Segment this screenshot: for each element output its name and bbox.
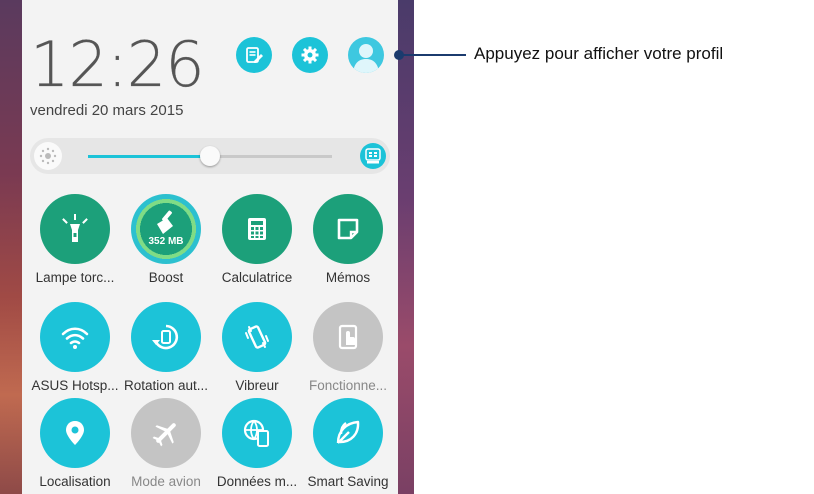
quick-setting-toggle[interactable] xyxy=(131,302,201,372)
wallpaper-left xyxy=(0,0,22,494)
auto-rotate-icon xyxy=(150,321,182,353)
calculator-icon xyxy=(243,215,271,243)
quick-setting-toggle[interactable] xyxy=(222,194,292,264)
boost-memory-value: 352 MB xyxy=(148,236,184,247)
flashlight-icon xyxy=(58,212,92,246)
quick-setting-tile[interactable]: Calculatrice xyxy=(212,194,302,290)
quick-setting-label: Smart Saving xyxy=(307,474,389,489)
quick-setting-toggle[interactable] xyxy=(222,302,292,372)
quick-setting-label: Fonctionne... xyxy=(308,378,388,393)
quick-setting-label: Rotation aut... xyxy=(123,378,209,393)
quick-setting-label: Mode avion xyxy=(131,474,201,489)
brightness-control xyxy=(30,138,390,174)
quick-setting-label: Données m... xyxy=(216,474,298,489)
quick-setting-label: Lampe torc... xyxy=(35,270,115,285)
airplane-icon xyxy=(150,417,182,449)
boost-broom-icon xyxy=(151,208,181,238)
quick-setting-toggle[interactable] xyxy=(40,194,110,264)
edit-quick-settings-button[interactable] xyxy=(236,37,272,73)
quick-setting-toggle[interactable] xyxy=(222,398,292,468)
quick-setting-tile[interactable]: 352 MB Boost xyxy=(121,194,211,290)
quick-setting-tile[interactable]: Vibreur xyxy=(212,302,302,398)
brightness-slider-fill xyxy=(88,155,210,158)
brightness-slider-thumb[interactable] xyxy=(200,146,220,166)
quick-setting-label: Mémos xyxy=(325,270,371,285)
wifi-icon xyxy=(59,321,91,353)
auto-brightness-icon xyxy=(365,148,381,164)
quick-setting-toggle[interactable] xyxy=(131,398,201,468)
wallpaper-right xyxy=(398,0,414,494)
quick-setting-label: Calculatrice xyxy=(221,270,293,285)
settings-button[interactable] xyxy=(292,37,328,73)
quick-setting-toggle[interactable] xyxy=(313,398,383,468)
quick-setting-toggle[interactable] xyxy=(40,398,110,468)
quick-setting-label: Boost xyxy=(148,270,184,285)
quick-setting-tile[interactable]: Smart Saving xyxy=(303,398,393,494)
profile-button[interactable] xyxy=(348,37,384,73)
quick-setting-tile[interactable]: Données m... xyxy=(212,398,302,494)
mobile-data-icon xyxy=(241,417,273,449)
quick-setting-toggle[interactable] xyxy=(313,302,383,372)
leaf-icon xyxy=(332,417,364,449)
memo-icon xyxy=(334,215,362,243)
quick-setting-label: ASUS Hotsp... xyxy=(31,378,119,393)
location-icon xyxy=(60,418,90,448)
quick-setting-tile[interactable]: Rotation aut... xyxy=(121,302,211,398)
quick-setting-tile[interactable]: Lampe torc... xyxy=(30,194,120,290)
date-label: vendredi 20 mars 2015 xyxy=(30,102,184,119)
quick-setting-tile[interactable]: ASUS Hotsp... xyxy=(30,302,120,398)
auto-brightness-button[interactable] xyxy=(360,143,386,169)
gear-icon xyxy=(301,46,319,64)
quick-setting-toggle[interactable] xyxy=(313,194,383,264)
quick-settings-panel: 12:26 vendredi 20 mars 2015 Lampe torc..… xyxy=(22,0,398,494)
touch-gesture-icon xyxy=(332,321,364,353)
quick-setting-tile[interactable]: Fonctionne... xyxy=(303,302,393,398)
clock: 12:26 xyxy=(30,28,205,101)
quick-setting-toggle[interactable] xyxy=(40,302,110,372)
callout-leader-line xyxy=(400,54,466,56)
quick-setting-toggle[interactable]: 352 MB xyxy=(131,194,201,264)
edit-list-icon xyxy=(246,47,263,63)
quick-setting-tile[interactable]: Mode avion xyxy=(121,398,211,494)
quick-setting-tile[interactable]: Mémos xyxy=(303,194,393,290)
callout-label: Appuyez pour afficher votre profil xyxy=(474,44,724,63)
vibrate-icon xyxy=(241,321,273,353)
quick-setting-tile[interactable]: Localisation xyxy=(30,398,120,494)
user-avatar-icon xyxy=(353,44,379,73)
brightness-icon xyxy=(34,142,62,170)
quick-setting-label: Vibreur xyxy=(235,378,279,393)
quick-setting-label: Localisation xyxy=(39,474,111,489)
